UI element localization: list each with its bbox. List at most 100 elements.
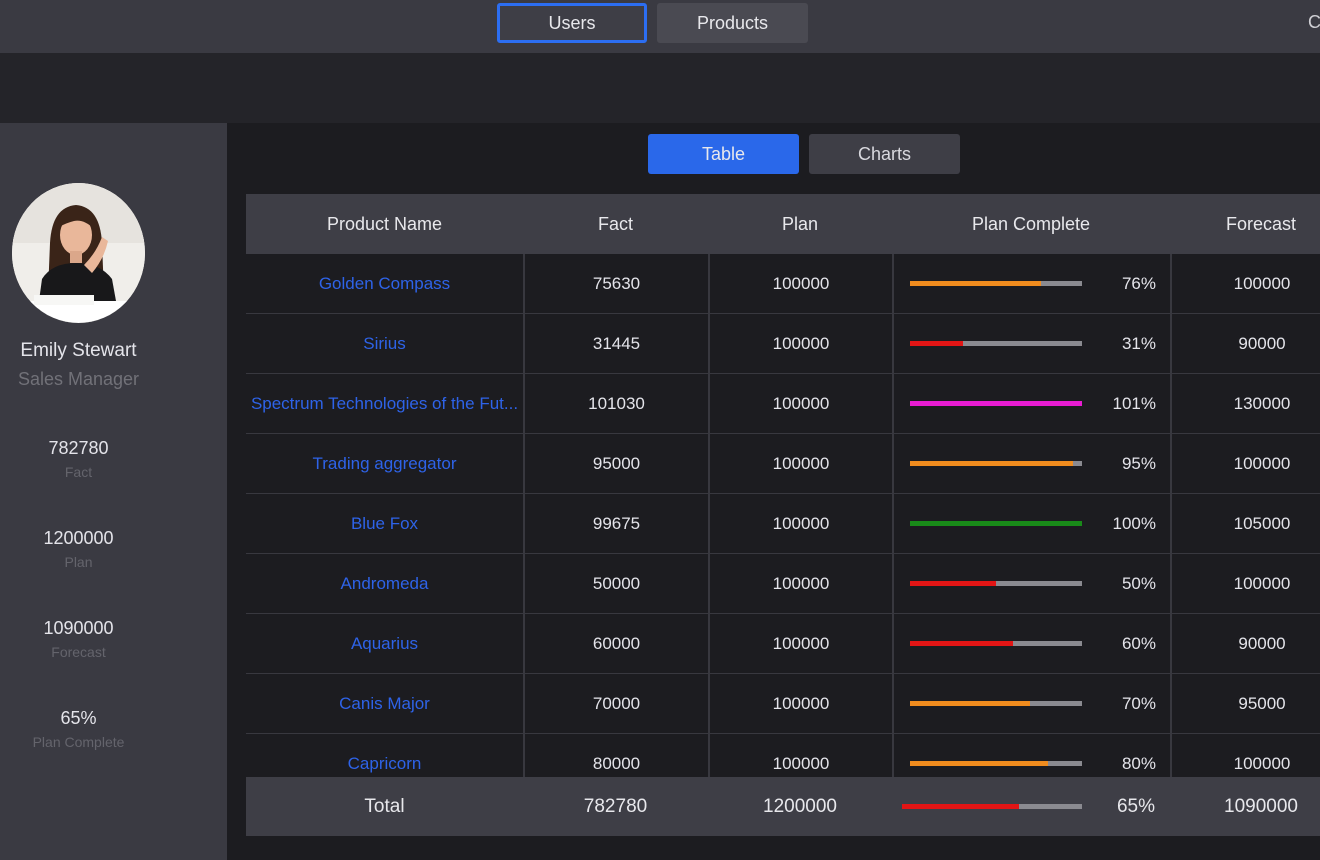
product-name-link[interactable]: Trading aggregator [246,434,523,494]
progress-fill [910,521,1082,526]
plan-complete-cell: 31% [892,314,1170,374]
plan-complete-cell: 101% [892,374,1170,434]
forecast-cell: 95000 [1170,674,1320,734]
stat-label: Forecast [51,644,106,660]
plan-complete-cell: 70% [892,674,1170,734]
plan-cell: 100000 [708,614,892,674]
product-name-link[interactable]: Capricorn [246,734,523,777]
stat-label: Fact [64,464,93,480]
fact-cell: 99675 [523,494,708,554]
tab-table[interactable]: Table [648,134,799,174]
plan-cell: 100000 [708,554,892,614]
stat-plan-complete: 65% Plan Complete [0,708,157,750]
plan-cell: 100000 [708,314,892,374]
main-content: Table Charts Product Name Fact Plan Plan… [227,123,1320,860]
avatar-photo [12,183,145,323]
stat-value: 782780 [48,438,109,458]
footer-progress-bar [902,804,1082,809]
table-row[interactable]: Aquarius 60000 100000 60% 90000 [246,614,1320,674]
forecast-cell: 100000 [1170,554,1320,614]
forecast-cell: 100000 [1170,254,1320,314]
column-header-plan[interactable]: Plan [708,194,892,254]
stat-value: 1090000 [43,618,114,638]
plan-complete-cell: 95% [892,434,1170,494]
stat-forecast: 1090000 Forecast [0,618,157,660]
progress-bar [910,581,1082,586]
product-name-link[interactable]: Sirius [246,314,523,374]
table-row[interactable]: Blue Fox 99675 100000 100% 105000 [246,494,1320,554]
column-header-product-name[interactable]: Product Name [246,194,523,254]
table-row[interactable]: Canis Major 70000 100000 70% 95000 [246,674,1320,734]
products-table: Product Name Fact Plan Plan Complete For… [246,194,1320,777]
table-row[interactable]: Capricorn 80000 100000 80% 100000 [246,734,1320,777]
plan-complete-cell: 60% [892,614,1170,674]
header-band [0,53,1320,123]
plan-cell: 100000 [708,254,892,314]
plan-complete-cell: 100% [892,494,1170,554]
profile-sidebar: Emily Stewart Sales Manager 782780 Fact … [0,123,227,860]
fact-cell: 95000 [523,434,708,494]
progress-fill [910,761,1048,766]
table-header: Product Name Fact Plan Plan Complete For… [246,194,1320,254]
progress-bar [910,461,1082,466]
column-header-fact[interactable]: Fact [523,194,708,254]
product-name-link[interactable]: Andromeda [246,554,523,614]
plan-cell: 100000 [708,494,892,554]
fact-cell: 50000 [523,554,708,614]
percent-value: 31% [1121,334,1156,353]
forecast-cell: 105000 [1170,494,1320,554]
product-name-link[interactable]: Blue Fox [246,494,523,554]
progress-bar [910,401,1082,406]
column-header-forecast[interactable]: Forecast [1170,194,1320,254]
percent-value: 76% [1121,274,1156,293]
table-row[interactable]: Spectrum Technologies of the Fut... 10103… [246,374,1320,434]
product-name-link[interactable]: Spectrum Technologies of the Fut... [246,374,523,434]
fact-cell: 70000 [523,674,708,734]
plan-cell: 100000 [708,374,892,434]
stat-value: 1200000 [43,528,114,548]
stat-fact: 782780 Fact [0,438,157,480]
table-row[interactable]: Sirius 31445 100000 31% 90000 [246,314,1320,374]
progress-fill [910,281,1041,286]
product-name-link[interactable]: Canis Major [246,674,523,734]
truncated-nav-item[interactable]: Cl [1308,12,1320,33]
progress-fill [910,581,996,586]
progress-bar [910,281,1082,286]
percent-value: 80% [1121,754,1156,773]
column-header-plan-complete[interactable]: Plan Complete [892,194,1170,254]
forecast-cell: 100000 [1170,734,1320,777]
footer-label: Total [364,795,405,817]
fact-cell: 101030 [523,374,708,434]
progress-fill [910,341,964,346]
users-tab-button[interactable]: Users [497,3,647,43]
percent-value: 95% [1121,454,1156,473]
table-row[interactable]: Golden Compass 75630 100000 76% 100000 [246,254,1320,314]
plan-complete-cell: 76% [892,254,1170,314]
user-name: Emily Stewart [20,340,137,361]
stat-plan: 1200000 Plan [0,528,157,570]
products-tab-button[interactable]: Products [657,3,808,43]
tab-charts[interactable]: Charts [809,134,960,174]
footer-progress-fill [902,804,1019,809]
progress-bar [910,641,1082,646]
fact-cell: 60000 [523,614,708,674]
progress-fill [910,401,1082,406]
product-name-link[interactable]: Golden Compass [246,254,523,314]
product-name-link[interactable]: Aquarius [246,614,523,674]
forecast-cell: 100000 [1170,434,1320,494]
table-row[interactable]: Trading aggregator 95000 100000 95% 100000 [246,434,1320,494]
progress-bar [910,341,1082,346]
fact-cell: 75630 [523,254,708,314]
forecast-cell: 90000 [1170,614,1320,674]
stat-label: Plan Complete [32,734,125,750]
percent-value: 50% [1121,574,1156,593]
percent-value: 100% [1112,514,1156,533]
percent-value: 60% [1121,634,1156,653]
table-row[interactable]: Andromeda 50000 100000 50% 100000 [246,554,1320,614]
progress-bar [910,521,1082,526]
progress-bar [910,761,1082,766]
percent-value: 70% [1121,694,1156,713]
progress-bar [910,701,1082,706]
progress-fill [910,641,1014,646]
plan-cell: 100000 [708,434,892,494]
